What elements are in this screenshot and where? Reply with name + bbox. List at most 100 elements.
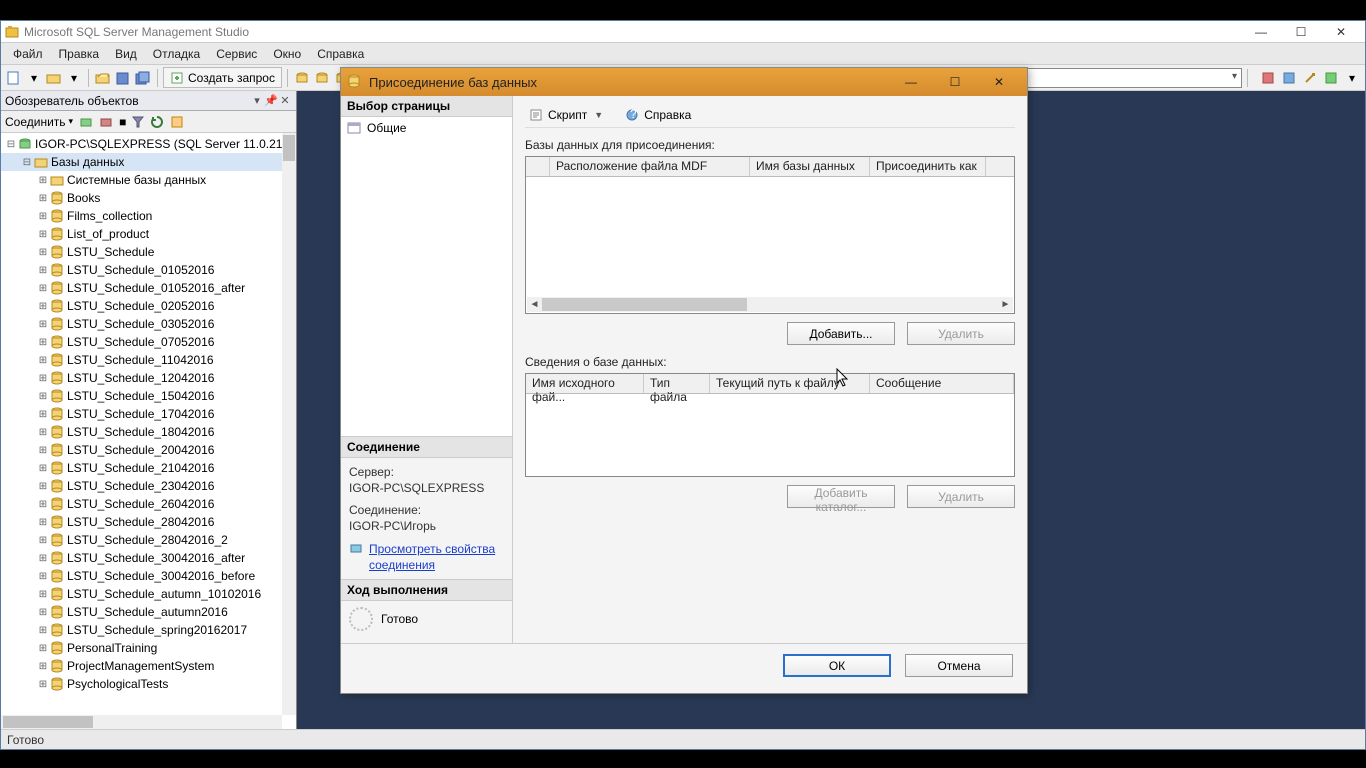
db-icon-2[interactable] [313,69,331,87]
tree-db-node[interactable]: ⊞ProjectManagementSystem [1,657,296,675]
add-button[interactable]: Добавить... [787,322,895,345]
tree-db-node[interactable]: ⊞LSTU_Schedule_07052016 [1,333,296,351]
dialog-close[interactable]: ✕ [977,71,1021,93]
save-all-icon[interactable] [134,69,152,87]
grid-hscroll[interactable]: ◄► [527,297,1013,312]
tree-system-folder[interactable]: ⊞ Системные базы данных [1,171,296,189]
tool-icon-3[interactable] [1301,69,1319,87]
oe-icon-3[interactable]: ■ [119,115,126,129]
tree-db-node[interactable]: ⊞LSTU_Schedule_17042016 [1,405,296,423]
attach-grid[interactable]: Расположение файла MDF Имя базы данных П… [525,156,1015,314]
database-combo[interactable] [1002,68,1242,88]
tree-db-label: LSTU_Schedule_30042016_after [67,551,245,565]
tree-db-node[interactable]: ⊞LSTU_Schedule [1,243,296,261]
tree-db-node[interactable]: ⊞LSTU_Schedule_20042016 [1,441,296,459]
folder-icon[interactable] [45,69,63,87]
col-mdf-location[interactable]: Расположение файла MDF [550,157,750,176]
tree-db-node[interactable]: ⊞LSTU_Schedule_26042016 [1,495,296,513]
details-grid[interactable]: Имя исходного фай... Тип файла Текущий п… [525,373,1015,477]
panel-close-icon[interactable]: ✕ [278,94,292,107]
tool-icon-4[interactable] [1322,69,1340,87]
col-attach-as[interactable]: Присоединить как [870,157,986,176]
tree-db-node[interactable]: ⊞LSTU_Schedule_15042016 [1,387,296,405]
tree-db-node[interactable]: ⊞List_of_product [1,225,296,243]
close-button[interactable]: ✕ [1321,22,1361,42]
col-message[interactable]: Сообщение [870,374,1014,393]
cancel-button[interactable]: Отмена [905,654,1013,677]
menu-help[interactable]: Справка [309,47,372,61]
tree-databases-label: Базы данных [51,155,124,169]
new-query-button[interactable]: Создать запрос [163,67,282,88]
menu-debug[interactable]: Отладка [145,47,208,61]
tree-db-node[interactable]: ⊞LSTU_Schedule_12042016 [1,369,296,387]
tree-db-node[interactable]: ⊞LSTU_Schedule_autumn_10102016 [1,585,296,603]
oe-icon-5[interactable] [170,115,184,129]
minimize-button[interactable]: — [1241,22,1281,42]
oe-filter-icon[interactable] [132,116,144,128]
progress-text: Готово [381,612,418,626]
col-file-type[interactable]: Тип файла [644,374,710,393]
open-icon[interactable] [94,69,112,87]
new-project-icon[interactable] [5,69,23,87]
tree-db-node[interactable]: ⊞PsychologicalTests [1,675,296,693]
dialog-maximize[interactable]: ☐ [933,71,977,93]
menu-service[interactable]: Сервис [208,47,265,61]
remove-detail-button[interactable]: Удалить [907,485,1015,508]
tree-db-node[interactable]: ⊞LSTU_Schedule_autumn2016 [1,603,296,621]
tree-db-node[interactable]: ⊞LSTU_Schedule_02052016 [1,297,296,315]
add-catalog-button[interactable]: Добавить каталог... [787,485,895,508]
menu-view[interactable]: Вид [107,47,145,61]
database-icon [49,623,65,637]
tree-db-node[interactable]: ⊞Books [1,189,296,207]
tree-databases-folder[interactable]: ⊟ Базы данных [1,153,296,171]
db-icon-1[interactable] [293,69,311,87]
oe-refresh-icon[interactable] [150,115,164,129]
maximize-button[interactable]: ☐ [1281,22,1321,42]
tree-scrollbar-vertical[interactable] [282,133,296,715]
dropdown-tail[interactable]: ▾ [1343,69,1361,87]
oe-icon-2[interactable] [99,115,113,129]
tree-db-node[interactable]: ⊞Films_collection [1,207,296,225]
script-button[interactable]: Скрипт▼ [525,106,607,124]
tool-icon-2[interactable] [1280,69,1298,87]
panel-dropdown[interactable]: ▾ [250,94,264,107]
tree-db-node[interactable]: ⊞LSTU_Schedule_30042016_before [1,567,296,585]
menu-edit[interactable]: Правка [51,47,108,61]
view-connection-props-link[interactable]: Просмотреть свойства соединения [369,541,504,573]
dropdown-icon[interactable]: ▾ [25,69,43,87]
col-source-filename[interactable]: Имя исходного фай... [526,374,644,393]
col-db-name[interactable]: Имя базы данных [750,157,870,176]
tree-db-node[interactable]: ⊞LSTU_Schedule_30042016_after [1,549,296,567]
dropdown-icon-2[interactable]: ▾ [65,69,83,87]
tree-db-node[interactable]: ⊞LSTU_Schedule_28042016_2 [1,531,296,549]
tree-db-label: LSTU_Schedule_11042016 [67,353,214,367]
tree-db-node[interactable]: ⊞LSTU_Schedule_23042016 [1,477,296,495]
connect-button[interactable]: Соединить ▾ [5,115,73,129]
object-explorer-tree[interactable]: ⊟ IGOR-PC\SQLEXPRESS (SQL Server 11.0.21… [1,133,296,729]
menu-window[interactable]: Окно [265,47,309,61]
tree-db-node[interactable]: ⊞LSTU_Schedule_spring20162017 [1,621,296,639]
col-current-path[interactable]: Текущий путь к файлу [710,374,870,393]
pin-icon[interactable]: 📌 [264,94,278,107]
tool-icon-1[interactable] [1259,69,1277,87]
tree-db-node[interactable]: ⊞LSTU_Schedule_03052016 [1,315,296,333]
tree-db-node[interactable]: ⊞LSTU_Schedule_11042016 [1,351,296,369]
progress-row: Готово [341,601,512,637]
ok-button[interactable]: ОК [783,654,891,677]
dialog-minimize[interactable]: — [889,71,933,93]
remove-button[interactable]: Удалить [907,322,1015,345]
tree-db-node[interactable]: ⊞LSTU_Schedule_18042016 [1,423,296,441]
menu-file[interactable]: Файл [5,47,51,61]
tree-server-node[interactable]: ⊟ IGOR-PC\SQLEXPRESS (SQL Server 11.0.21… [1,135,296,153]
page-general[interactable]: Общие [341,117,512,139]
tree-db-node[interactable]: ⊞LSTU_Schedule_01052016 [1,261,296,279]
tree-db-node[interactable]: ⊞PersonalTraining [1,639,296,657]
tree-db-node[interactable]: ⊞LSTU_Schedule_28042016 [1,513,296,531]
tree-db-node[interactable]: ⊞LSTU_Schedule_21042016 [1,459,296,477]
save-icon[interactable] [114,69,132,87]
page-general-label: Общие [367,121,406,135]
tree-db-node[interactable]: ⊞LSTU_Schedule_01052016_after [1,279,296,297]
help-button[interactable]: ? Справка [621,106,695,124]
tree-scrollbar-horizontal[interactable] [1,715,282,729]
oe-icon-1[interactable] [79,115,93,129]
